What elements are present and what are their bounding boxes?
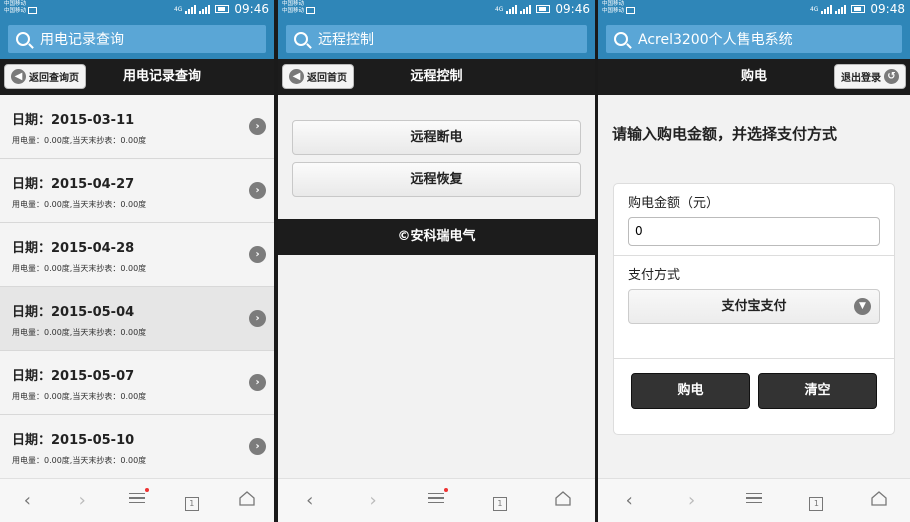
- carrier-info: 中国移动 中国移动: [4, 1, 38, 14]
- url-input[interactable]: 用电记录查询: [8, 25, 266, 53]
- page-header: ◀ 返回首页 远程控制: [278, 59, 595, 95]
- forward-icon[interactable]: ›: [67, 490, 97, 511]
- carrier-info: 中国移动 中国移动: [282, 1, 316, 14]
- form-actions: 购电 清空: [614, 373, 894, 409]
- signal-icon: [199, 4, 211, 14]
- status-icons: 4G 09:48: [809, 2, 905, 16]
- list-item[interactable]: 日期：2015-05-10 用电量：0.00度,当天末抄表：0.00度 ›: [0, 415, 274, 479]
- list-item[interactable]: 日期：2015-05-04 用电量：0.00度,当天末抄表：0.00度 ›: [0, 287, 274, 351]
- back-icon[interactable]: ‹: [12, 490, 42, 511]
- signal-icon: [185, 4, 197, 14]
- chevron-down-icon: ▼: [854, 298, 871, 315]
- remote-restore-button[interactable]: 远程恢复: [292, 162, 581, 197]
- list-item[interactable]: 日期：2015-03-11 用电量：0.00度,当天末抄表：0.00度 ›: [0, 95, 274, 159]
- phone-screen-remote-control: 中国移动 中国移动 4G 09:46 远程控制 ◀ 返回首页 远程控制 远程断电 远…: [278, 0, 595, 522]
- phone-screen-records: 中国移动 中国移动 4G 09:46 用电记录查询 ◀ 返回查询页 用电记录查询 日…: [0, 0, 274, 522]
- status-icons: 4G 09:46: [173, 2, 269, 16]
- battery-icon: [851, 5, 866, 13]
- menu-icon[interactable]: [122, 487, 152, 512]
- page-header: 购电 退出登录 ↺: [598, 59, 910, 95]
- clock: 09:48: [870, 2, 905, 16]
- amount-input[interactable]: 0: [628, 217, 880, 246]
- phone-screen-purchase: 中国移动 中国移动 4G 09:48 Acrel3200个人售电系统 购电 退出登…: [598, 0, 910, 522]
- home-icon[interactable]: [548, 490, 578, 511]
- home-icon[interactable]: [864, 490, 894, 511]
- browser-url-bar: Acrel3200个人售电系统: [598, 20, 910, 59]
- carrier-info: 中国移动 中国移动: [602, 1, 636, 14]
- control-panel: 远程断电 远程恢复: [278, 95, 595, 219]
- forward-icon[interactable]: ›: [358, 490, 388, 511]
- screenshot-collage: 中国移动 中国移动 4G 09:46 用电记录查询 ◀ 返回查询页 用电记录查询 日…: [0, 0, 910, 522]
- back-icon[interactable]: ‹: [295, 490, 325, 511]
- tabs-icon[interactable]: 1: [801, 490, 831, 511]
- status-icons: 4G 09:46: [494, 2, 590, 16]
- search-icon: [294, 32, 308, 46]
- back-icon[interactable]: ‹: [614, 490, 644, 511]
- browser-bottom-nav: ‹ › 1: [0, 478, 274, 522]
- search-icon: [614, 32, 628, 46]
- menu-icon[interactable]: [421, 487, 451, 512]
- divider: [614, 358, 894, 359]
- buy-button[interactable]: 购电: [631, 373, 750, 409]
- signal-icon: [506, 4, 518, 14]
- browser-bottom-nav: ‹ › 1: [598, 478, 910, 522]
- payment-method-select[interactable]: 支付宝支付 ▼: [628, 289, 880, 324]
- clear-button[interactable]: 清空: [758, 373, 877, 409]
- signal-icon: [835, 4, 847, 14]
- page-title: 远程控制: [410, 69, 463, 84]
- chevron-right-icon: ›: [249, 374, 266, 391]
- logout-button[interactable]: 退出登录 ↺: [834, 64, 906, 89]
- tabs-icon[interactable]: 1: [177, 490, 207, 511]
- chevron-right-icon: ›: [249, 118, 266, 135]
- battery-icon: [536, 5, 551, 13]
- record-list: 日期：2015-03-11 用电量：0.00度,当天末抄表：0.00度 › 日期：2…: [0, 95, 274, 479]
- clock: 09:46: [555, 2, 590, 16]
- remote-disconnect-button[interactable]: 远程断电: [292, 120, 581, 155]
- status-bar: 中国移动 中国移动 4G 09:46: [0, 0, 274, 20]
- browser-bottom-nav: ‹ › 1: [278, 478, 595, 522]
- forward-icon[interactable]: ›: [677, 490, 707, 511]
- chevron-right-icon: ›: [249, 438, 266, 455]
- chevron-right-icon: ›: [249, 182, 266, 199]
- url-input[interactable]: Acrel3200个人售电系统: [606, 25, 902, 53]
- url-input[interactable]: 远程控制: [286, 25, 587, 53]
- status-bar: 中国移动 中国移动 4G 09:46: [278, 0, 595, 20]
- list-item[interactable]: 日期：2015-04-28 用电量：0.00度,当天末抄表：0.00度 ›: [0, 223, 274, 287]
- image-notification-icon: [28, 7, 38, 14]
- menu-icon[interactable]: [739, 490, 769, 512]
- image-notification-icon: [306, 7, 316, 14]
- page-header: ◀ 返回查询页 用电记录查询: [0, 59, 274, 95]
- chevron-right-icon: ›: [249, 310, 266, 327]
- battery-icon: [215, 5, 230, 13]
- amount-label: 购电金额（元）: [628, 196, 720, 211]
- list-item[interactable]: 日期：2015-04-27 用电量：0.00度,当天末抄表：0.00度 ›: [0, 159, 274, 223]
- list-item[interactable]: 日期：2015-05-07 用电量：0.00度,当天末抄表：0.00度 ›: [0, 351, 274, 415]
- signal-icon: [520, 4, 532, 14]
- tabs-icon[interactable]: 1: [485, 490, 515, 511]
- image-notification-icon: [626, 7, 636, 14]
- copyright-footer: ©安科瑞电气: [278, 219, 595, 255]
- page-title: 用电记录查询: [122, 69, 201, 84]
- purchase-prompt: 请输入购电金额，并选择支付方式: [612, 125, 838, 143]
- home-icon[interactable]: [232, 490, 262, 511]
- payment-method-label: 支付方式: [628, 268, 681, 283]
- chevron-right-icon: ›: [249, 246, 266, 263]
- browser-url-bar: 用电记录查询: [0, 20, 274, 59]
- browser-url-bar: 远程控制: [278, 20, 595, 59]
- signal-icon: [821, 4, 833, 14]
- status-bar: 中国移动 中国移动 4G 09:48: [598, 0, 910, 20]
- purchase-form: 购电金额（元） 0 支付方式 支付宝支付 ▼ 购电 清空: [613, 183, 895, 435]
- search-icon: [16, 32, 30, 46]
- clock: 09:46: [234, 2, 269, 16]
- logout-arrow-icon: ↺: [884, 69, 899, 84]
